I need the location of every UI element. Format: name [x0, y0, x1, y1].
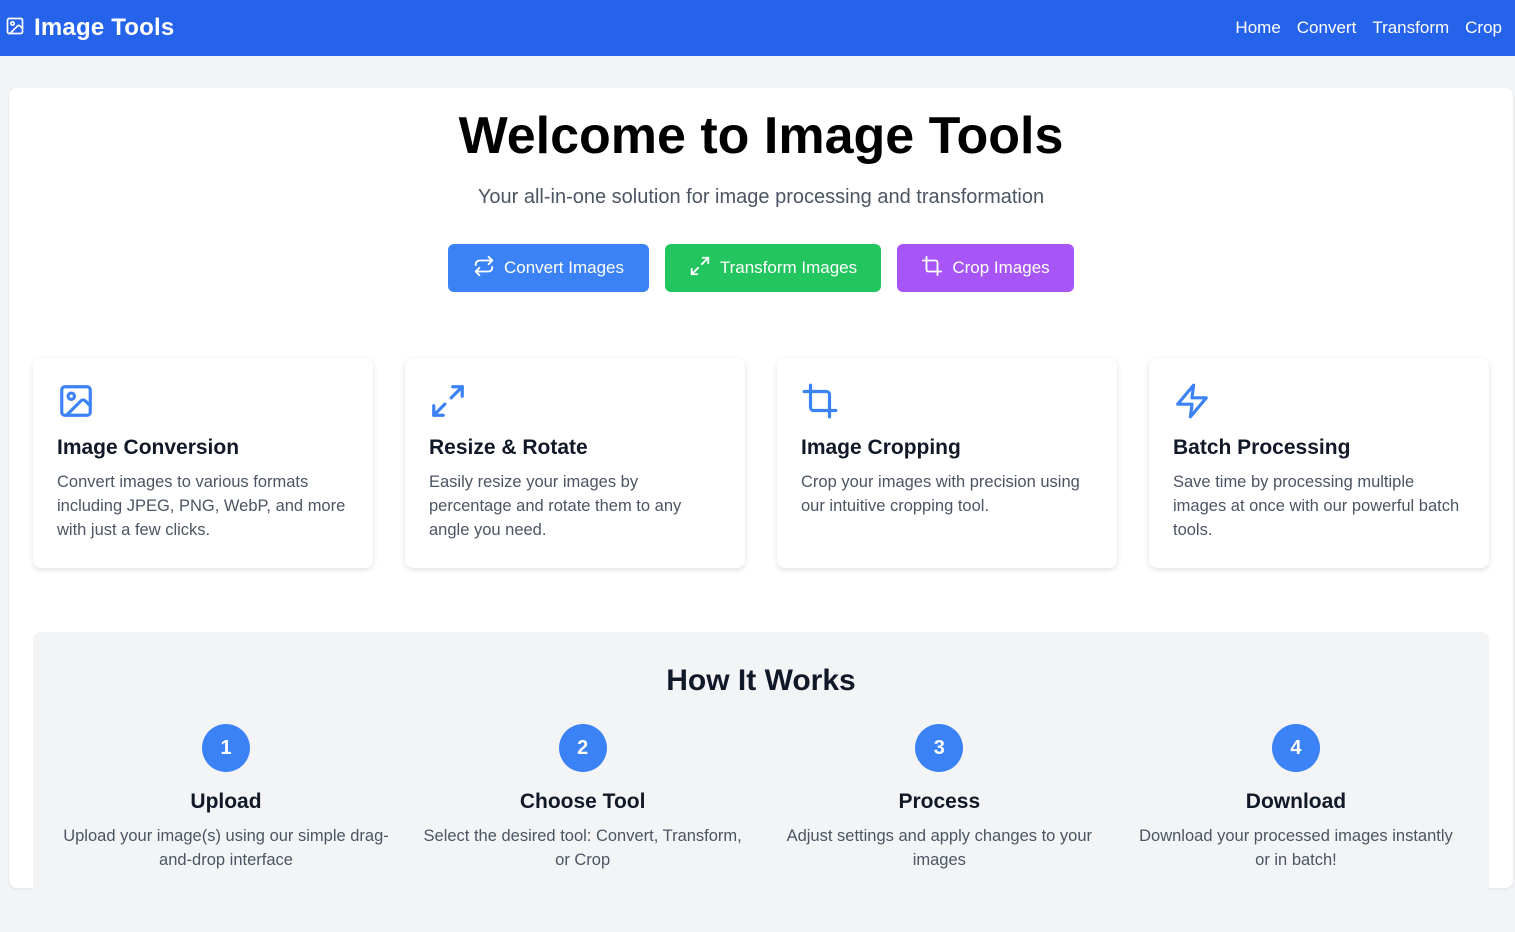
how-it-works-title: How It Works — [666, 664, 856, 697]
convert-arrows-icon — [473, 255, 495, 282]
expand-arrows-icon — [689, 255, 711, 282]
feature-card-cropping: Image Cropping Crop your images with pre… — [777, 358, 1117, 568]
nav-link-transform[interactable]: Transform — [1372, 18, 1449, 38]
lightning-icon — [1173, 382, 1211, 420]
page-title: Welcome to Image Tools — [458, 107, 1064, 165]
step-desc: Download your processed images instantly… — [1139, 827, 1453, 869]
feature-card-resize: Resize & Rotate Easily resize your image… — [405, 358, 745, 568]
step-desc: Adjust settings and apply changes to you… — [786, 827, 1093, 869]
cta-row: Convert Images Transform Images Crop Ima… — [9, 244, 1513, 292]
feature-desc: Convert images to various formats includ… — [57, 473, 346, 539]
feature-desc: Save time by processing multiple images … — [1173, 473, 1460, 539]
step-number: 2 — [558, 724, 607, 772]
how-it-works-section: How It Works 1 Upload Upload your image(… — [33, 632, 1489, 932]
nav-link-home[interactable]: Home — [1235, 18, 1280, 38]
feature-title: Resize & Rotate — [429, 436, 588, 459]
step-title: Upload — [190, 790, 262, 813]
brand[interactable]: Image Tools — [5, 14, 174, 42]
step-desc: Upload your image(s) using our simple dr… — [63, 827, 389, 869]
crop-images-button[interactable]: Crop Images — [897, 244, 1074, 292]
transform-images-label: Transform Images — [719, 258, 858, 277]
convert-images-label: Convert Images — [504, 258, 624, 277]
step-number: 4 — [1271, 724, 1320, 772]
crop-icon — [921, 255, 943, 282]
step-title: Choose Tool — [519, 790, 646, 813]
transform-images-button[interactable]: Transform Images — [665, 244, 881, 292]
step-download: 4 Download Download your processed image… — [1133, 724, 1459, 872]
step-desc: Select the desired tool: Convert, Transf… — [423, 827, 742, 869]
main-card: Welcome to Image Tools Your all-in-one s… — [9, 88, 1513, 932]
image-icon — [5, 16, 25, 41]
image-icon — [57, 382, 95, 420]
step-title: Download — [1245, 790, 1347, 813]
step-number: 1 — [202, 724, 250, 772]
expand-arrows-icon — [429, 382, 467, 420]
crop-icon — [801, 382, 839, 420]
feature-title: Image Conversion — [57, 436, 240, 459]
feature-title: Batch Processing — [1173, 436, 1351, 459]
step-number: 3 — [915, 724, 964, 772]
step-upload: 1 Upload Upload your image(s) using our … — [63, 724, 389, 872]
nav-link-crop[interactable]: Crop — [1465, 18, 1502, 38]
convert-images-button[interactable]: Convert Images — [448, 244, 649, 292]
crop-images-label: Crop Images — [952, 258, 1050, 277]
feature-desc: Easily resize your images by percentage … — [429, 473, 682, 539]
feature-card-batch: Batch Processing Save time by processing… — [1149, 358, 1489, 568]
nav-links: Home Convert Transform Crop — [1235, 18, 1502, 38]
feature-card-conversion: Image Conversion Convert images to vario… — [33, 358, 373, 568]
feature-desc: Crop your images with precision using ou… — [801, 473, 1080, 515]
step-process: 3 Process Adjust settings and apply chan… — [776, 724, 1102, 872]
top-navbar: Image Tools Home Convert Transform Crop — [0, 0, 1515, 56]
features-grid: Image Conversion Convert images to vario… — [33, 358, 1489, 568]
page-subtitle: Your all-in-one solution for image proce… — [477, 186, 1045, 208]
step-choose-tool: 2 Choose Tool Select the desired tool: C… — [420, 724, 746, 872]
steps-list: 1 Upload Upload your image(s) using our … — [33, 724, 1489, 872]
brand-title: Image Tools — [34, 14, 175, 41]
nav-link-convert[interactable]: Convert — [1297, 18, 1357, 38]
feature-title: Image Cropping — [801, 436, 961, 459]
step-title: Process — [898, 790, 981, 813]
